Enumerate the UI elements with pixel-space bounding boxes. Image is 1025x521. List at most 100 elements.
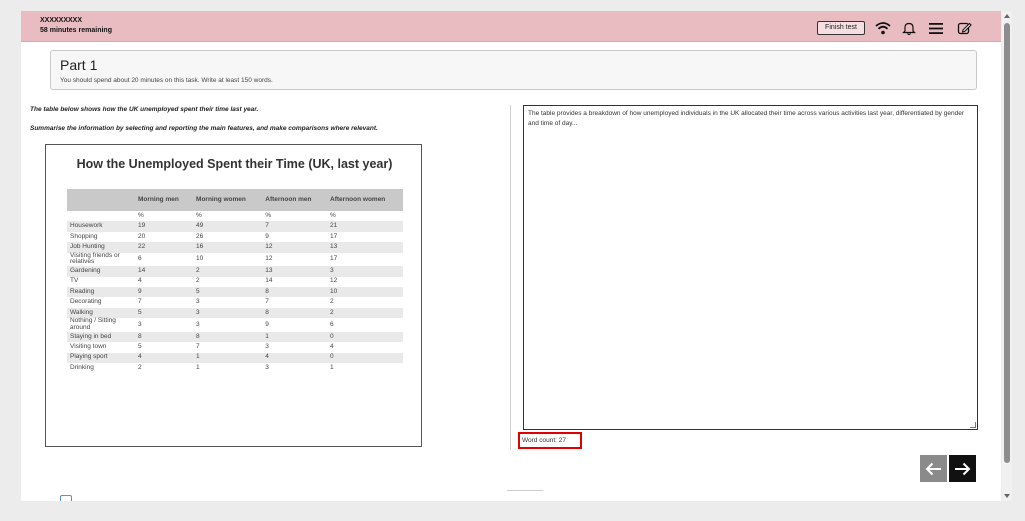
percent-cell: 7 [265,298,269,306]
table-row: Walking 5 3 8 2 [67,307,403,319]
task-prompt-line-2: Summarise the information by selecting a… [30,125,378,132]
arrow-right-icon [955,462,971,475]
percent-cell: 3 [196,320,200,328]
percent-cell: 4 [135,352,194,363]
percent-cell: 2 [330,298,334,306]
percent-cell: 4 [330,342,334,350]
percent-cell: 1 [330,363,334,371]
percent-cell: 1 [196,363,200,371]
scroll-up-icon[interactable] [1004,14,1010,18]
data-table: Morning men Morning women Afternoon men … [67,189,403,373]
previous-button[interactable] [920,455,947,482]
percent-cell: 20 [138,232,146,240]
percent-cell: 7 [196,342,200,350]
page-scrollbar[interactable] [1002,11,1012,501]
activity-label: Shopping [70,232,98,240]
activity-label: Nothing / Sitting around [70,317,116,331]
percent-cell: 26 [196,232,204,240]
percent-cell: 12 [265,254,273,262]
next-button[interactable] [949,455,976,482]
wifi-icon[interactable] [874,19,892,37]
unit-cell: % [265,211,272,219]
percent-cell: 19 [135,221,194,232]
percent-cell: 3 [265,363,269,371]
percent-cell: 3 [196,298,200,306]
percent-cell: 13 [327,242,403,253]
percent-cell: 0 [327,331,403,343]
activity-label: Reading [67,286,135,298]
percent-cell: 6 [138,254,142,262]
activity-label: Staying in bed [67,331,135,343]
table-header-row: Morning men Morning women Afternoon men … [67,189,403,211]
percent-cell: 3 [138,320,142,328]
table-row: Decorating 7 3 7 2 [67,297,403,307]
percent-cell: 21 [327,221,403,232]
answer-textarea[interactable]: The table provides a breakdown of how un… [523,105,978,430]
pane-divider[interactable] [510,105,511,450]
bottom-tab-icon[interactable] [60,495,72,501]
activity-label: Job Hunting [67,242,135,253]
percent-cell: 1 [262,331,328,343]
percent-cell: 7 [138,298,142,306]
test-window: XXXXXXXXX 58 minutes remaining Finish te… [21,11,1001,501]
unit-cell [67,211,135,221]
table-unit-row: %%%% [67,211,403,221]
percent-cell: 22 [135,242,194,253]
percent-cell: 4 [262,352,328,363]
finish-test-button[interactable]: Finish test [817,21,865,35]
table-row: Visiting town 5 7 3 4 [67,342,403,352]
task-prompt-line-1: The table below shows how the UK unemplo… [30,106,259,113]
resize-handle-icon[interactable] [970,422,976,428]
menu-icon[interactable] [927,19,945,37]
activity-label: Visiting friends or relatives [70,251,120,266]
word-count: Word count: 27 [518,432,582,449]
table-figure: How the Unemployed Spent their Time (UK,… [45,144,422,447]
activity-label: Decorating [70,298,102,306]
percent-cell: 0 [327,352,403,363]
scroll-down-icon[interactable] [1004,494,1010,498]
percent-cell: 12 [262,242,328,253]
part-instructions: You should spend about 20 minutes on thi… [60,77,273,84]
percent-cell: 9 [265,232,269,240]
activity-label: Playing sport [67,352,135,363]
percent-cell: 2 [196,277,200,285]
activity-label: Housework [67,221,135,232]
top-bar: XXXXXXXXX 58 minutes remaining Finish te… [21,11,1001,42]
percent-cell: 12 [330,277,338,285]
time-remaining: 58 minutes remaining [40,27,112,34]
table-row: Drinking 2 1 3 1 [67,363,403,373]
column-header: Morning men [135,189,194,211]
table-row: Visiting friends or relatives 6 10 12 17 [67,251,403,267]
percent-cell: 8 [135,331,194,343]
table-row: TV 4 2 14 12 [67,277,403,287]
percent-cell: 16 [193,242,263,253]
activity-label: TV [70,277,79,285]
percent-cell: 10 [196,254,204,262]
arrow-left-icon [925,462,941,475]
percent-cell: 1 [193,352,263,363]
percent-cell: 6 [330,320,334,328]
table-row: Shopping 20 26 9 17 [67,232,403,242]
part-title: Part 1 [60,57,98,73]
percent-cell: 2 [193,266,263,277]
edit-note-icon[interactable] [955,19,973,37]
table-row: Playing sport 4 1 4 0 [67,352,403,363]
table-row: Reading 9 5 8 10 [67,286,403,298]
percent-cell: 9 [135,286,194,298]
percent-cell: 13 [262,266,328,277]
scroll-thumb[interactable] [1004,23,1010,463]
column-header: Afternoon women [327,189,403,211]
percent-cell: 5 [135,307,194,319]
percent-cell: 4 [138,277,142,285]
percent-cell: 49 [193,221,263,232]
percent-cell: 8 [262,286,328,298]
percent-cell: 3 [265,342,269,350]
column-header [67,189,135,211]
bell-icon[interactable] [900,19,918,37]
unit-cell: % [138,211,144,219]
activity-label: Gardening [67,266,135,277]
percent-cell: 5 [138,342,142,350]
percent-cell: 14 [135,266,194,277]
percent-cell: 14 [265,277,273,285]
unit-cell: % [330,211,336,219]
